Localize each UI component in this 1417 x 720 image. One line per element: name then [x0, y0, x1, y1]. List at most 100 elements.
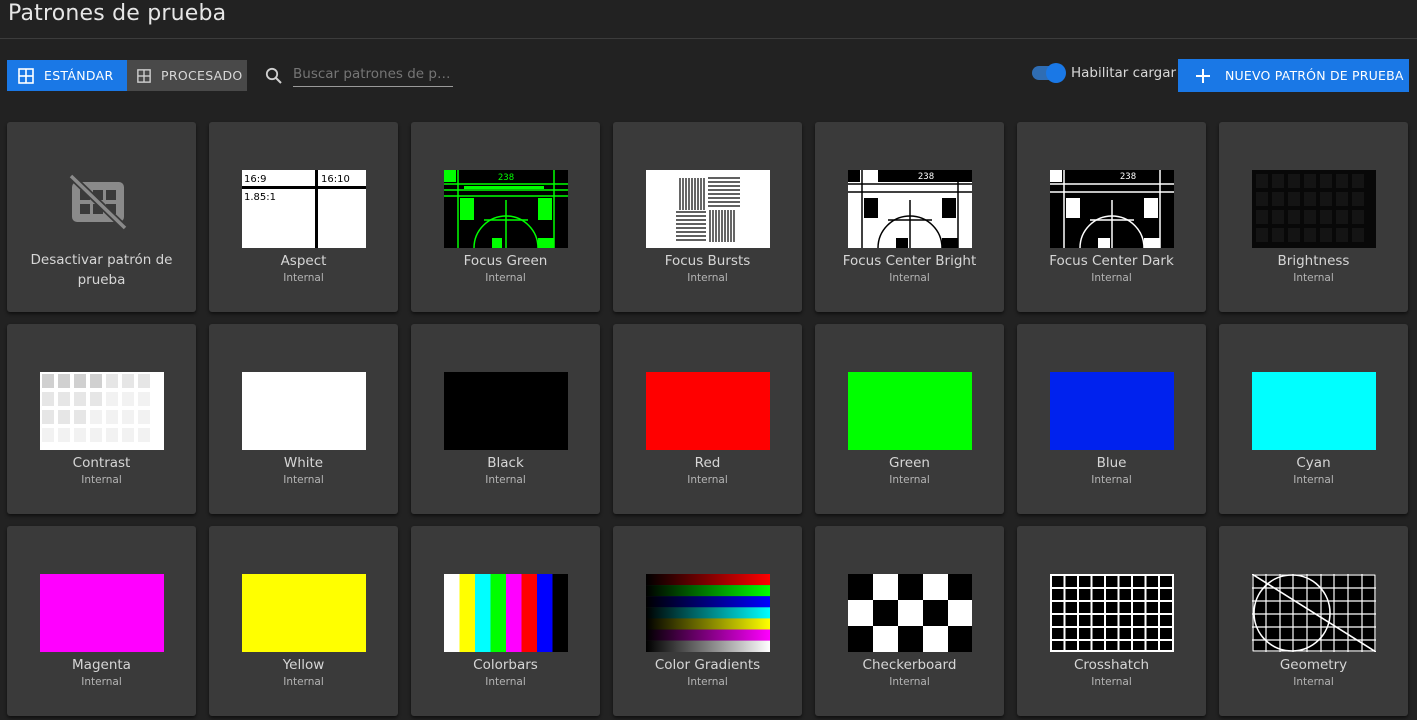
card-name: Green [889, 455, 930, 471]
card-name: Cyan [1296, 455, 1331, 471]
card-name: Color Gradients [654, 657, 761, 673]
thumbnail-focus-bursts [646, 170, 770, 248]
card-source: Internal [485, 676, 526, 688]
grid-icon [18, 67, 34, 84]
card-source: Internal [81, 676, 122, 688]
pattern-card-checkerboard[interactable]: Checkerboard Internal [815, 526, 1004, 716]
thumbnail-green [848, 372, 972, 450]
thumbnail-contrast [40, 372, 164, 450]
enable-upload-toggle[interactable] [1032, 63, 1066, 83]
enable-upload-label: Habilitar cargar [1071, 65, 1177, 81]
pattern-card-focus-green[interactable]: 238 Focus Green Internal [411, 122, 600, 312]
aspect-label-185: 1.85:1 [244, 192, 276, 203]
card-source: Internal [283, 474, 324, 486]
pattern-card-contrast[interactable]: Contrast Internal [7, 324, 196, 514]
card-name: Magenta [72, 657, 131, 673]
thumbnail-aspect: 16:9 16:10 1.85:1 [242, 170, 366, 248]
thumbnail-focus-center-bright: 238 [848, 170, 972, 248]
thumbnail-colorbars [444, 574, 568, 652]
card-source: Internal [889, 272, 930, 284]
pattern-card-focus-bursts[interactable]: Focus Bursts Internal [613, 122, 802, 312]
card-name: Focus Center Bright [842, 253, 977, 269]
card-source: Internal [485, 474, 526, 486]
aspect-label-16-9: 16:9 [244, 174, 266, 185]
pattern-card-yellow[interactable]: Yellow Internal [209, 526, 398, 716]
card-name: Red [694, 455, 721, 471]
tab-processed[interactable]: PROCESADO [127, 60, 247, 91]
pattern-card-geometry[interactable]: Geometry Internal [1219, 526, 1408, 716]
card-source: Internal [687, 474, 728, 486]
pattern-off-icon [68, 174, 128, 230]
focus-number: 238 [1120, 172, 1136, 182]
pattern-card-green[interactable]: Green Internal [815, 324, 1004, 514]
focus-number: 238 [918, 172, 934, 182]
card-source: Internal [1293, 474, 1334, 486]
card-source: Internal [1091, 272, 1132, 284]
toolbar: ESTÁNDAR PROCESADO Habilitar cargar NUEV… [0, 58, 1417, 94]
pattern-card-crosshatch[interactable]: Crosshatch Internal [1017, 526, 1206, 716]
tab-standard-label: ESTÁNDAR [44, 68, 114, 83]
thumbnail-white [242, 372, 366, 450]
grid-icon [137, 68, 151, 83]
new-pattern-label: NUEVO PATRÓN DE PRUEBA [1225, 68, 1404, 83]
card-source: Internal [889, 676, 930, 688]
pattern-card-cyan[interactable]: Cyan Internal [1219, 324, 1408, 514]
thumbnail-black [444, 372, 568, 450]
card-name: Focus Bursts [664, 253, 751, 269]
pattern-card-colorbars[interactable]: Colorbars Internal [411, 526, 600, 716]
plus-icon [1196, 68, 1210, 83]
card-source: Internal [485, 272, 526, 284]
card-name: Brightness [1277, 253, 1350, 269]
page-title: Patrones de prueba [8, 1, 227, 26]
thumbnail-yellow [242, 574, 366, 652]
focus-number: 238 [498, 173, 514, 183]
card-name: Yellow [282, 657, 325, 673]
card-source: Internal [1091, 676, 1132, 688]
thumbnail-magenta [40, 574, 164, 652]
card-source: Internal [283, 676, 324, 688]
thumbnail-red [646, 372, 770, 450]
pattern-card-magenta[interactable]: Magenta Internal [7, 526, 196, 716]
aspect-label-16-10: 16:10 [321, 174, 350, 185]
card-source: Internal [283, 272, 324, 284]
card-name: Blue [1096, 455, 1127, 471]
card-source: Internal [1293, 272, 1334, 284]
thumbnail-cyan [1252, 372, 1376, 450]
pattern-card-focus-center-dark[interactable]: 238 Focus Center Dark Internal [1017, 122, 1206, 312]
card-source: Internal [687, 676, 728, 688]
card-name: Contrast [72, 455, 131, 471]
search-input[interactable] [293, 62, 453, 87]
card-name: Crosshatch [1073, 657, 1150, 673]
disable-pattern-card[interactable]: Desactivar patrón de prueba [7, 122, 196, 312]
card-name: Aspect [280, 253, 327, 269]
card-name: Focus Center Dark [1049, 253, 1174, 269]
pattern-card-blue[interactable]: Blue Internal [1017, 324, 1206, 514]
pattern-card-black[interactable]: Black Internal [411, 324, 600, 514]
card-source: Internal [1293, 676, 1334, 688]
card-name: White [283, 455, 324, 471]
pattern-card-brightness[interactable]: Brightness Internal [1219, 122, 1408, 312]
pattern-card-white[interactable]: White Internal [209, 324, 398, 514]
card-source: Internal [81, 474, 122, 486]
pattern-card-color-gradients[interactable]: Color Gradients Internal [613, 526, 802, 716]
new-pattern-button[interactable]: NUEVO PATRÓN DE PRUEBA [1178, 59, 1409, 92]
card-name: Checkerboard [862, 657, 957, 673]
title-divider [0, 38, 1417, 39]
pattern-card-aspect[interactable]: 16:9 16:10 1.85:1 Aspect Internal [209, 122, 398, 312]
card-source: Internal [687, 272, 728, 284]
card-name: Geometry [1279, 657, 1348, 673]
thumbnail-focus-center-dark: 238 [1050, 170, 1174, 248]
pattern-card-red[interactable]: Red Internal [613, 324, 802, 514]
thumbnail-color-gradients [646, 574, 770, 652]
thumbnail-focus-green: 238 [444, 170, 568, 248]
tab-standard[interactable]: ESTÁNDAR [7, 60, 127, 91]
toggle-knob [1046, 63, 1066, 83]
thumbnail-crosshatch [1050, 574, 1174, 652]
tab-processed-label: PROCESADO [161, 68, 243, 83]
card-name: Black [487, 455, 524, 471]
thumbnail-geometry [1252, 574, 1376, 652]
search-icon[interactable] [265, 67, 283, 85]
thumbnail-brightness [1252, 170, 1376, 248]
card-name: Focus Green [463, 253, 548, 269]
pattern-card-focus-center-bright[interactable]: 238 Focus Center Bright Internal [815, 122, 1004, 312]
